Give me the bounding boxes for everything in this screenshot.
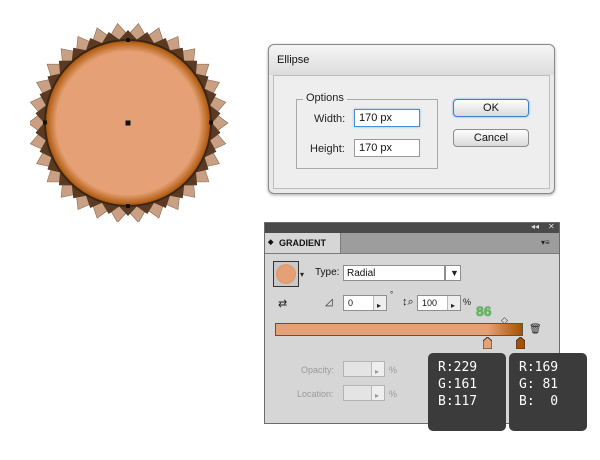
opacity-stepper[interactable]: ▸ [371,362,384,376]
stop-2-blue: B: 0 [519,394,559,409]
left-anchor-point [43,120,47,125]
gradient-swatch-preview [276,264,296,284]
chevron-down-icon: ▼ [450,268,459,278]
location-field[interactable]: ▸ [343,385,385,401]
tab-arrows-icon: ◆ [268,239,274,246]
aspect-ratio-icon: ↕⌕ [402,296,414,308]
panel-tab-row: ◆ GRADIENT ▾≡ [265,233,559,254]
bottom-anchor-point [126,204,130,208]
delete-stop-icon[interactable]: 🗑 [529,324,542,335]
type-label: Type: [315,267,340,278]
dialog-body: Options Width: 170 px Height: 170 px OK … [273,75,550,189]
ellipse-dialog: Ellipse Options Width: 170 px Height: 17… [268,44,555,194]
width-label: Width: [314,113,346,125]
aspect-ratio-value: 100 [422,298,438,308]
stop-2-color-tooltip: R:169 G: 81 B: 0 [509,353,587,431]
center-anchor-point [125,120,131,126]
collapse-icon[interactable]: ◂◂ [531,222,539,231]
location-unit: % [389,389,398,399]
angle-stepper[interactable]: ▸ [373,296,386,310]
aspect-percent: % [463,297,472,307]
location-stepper[interactable]: ▸ [371,386,384,400]
type-select[interactable]: Radial [343,265,445,281]
bottle-cap-artwork [27,22,230,224]
reverse-gradient-icon[interactable]: ⇄ [278,297,287,310]
gradient-swatch[interactable] [273,261,299,287]
gradient-slider[interactable] [275,323,523,336]
height-field[interactable]: 170 px [354,139,420,157]
color-stop-1[interactable] [483,337,492,349]
location-label: Location: [297,389,334,399]
stop-2-green: G: 81 [519,377,559,392]
close-panel-icon[interactable]: ✕ [548,222,555,231]
bottle-cap-svg [27,22,229,224]
angle-icon: ◿ [325,297,333,308]
stop-2-red: R:169 [519,360,559,375]
stop-1-red: R:229 [438,360,478,375]
dialog-title-bar[interactable]: Ellipse [269,45,554,75]
swatch-dropdown-icon[interactable]: ▾ [300,270,304,279]
opacity-field[interactable]: ▸ [343,361,385,377]
angle-field[interactable]: 0 ▸ [343,295,387,311]
options-label: Options [303,92,347,104]
aspect-ratio-field[interactable]: 100 ▸ [417,295,461,311]
aspect-ratio-stepper[interactable]: ▸ [447,296,460,310]
dialog-title: Ellipse [277,54,310,66]
opacity-unit: % [389,365,398,375]
opacity-label: Opacity: [301,365,335,375]
stop-1-color-tooltip: R:229 G:161 B:117 [428,353,506,431]
options-group: Options Width: 170 px Height: 170 px [296,92,438,169]
tab-gradient-label: GRADIENT [279,238,326,248]
right-anchor-point [209,120,213,125]
degree-symbol: ° [390,290,394,299]
midpoint-location-label: 86 [476,303,492,319]
color-stop-2[interactable] [516,337,525,349]
height-label: Height: [310,143,345,155]
top-anchor-point [126,38,130,42]
angle-value: 0 [348,298,354,308]
type-dropdown-button[interactable]: ▼ [445,265,461,281]
width-field[interactable]: 170 px [354,109,420,127]
ok-button[interactable]: OK [453,99,529,117]
type-value: Radial [347,268,376,279]
stop-1-green: G:161 [438,377,478,392]
stop-1-blue: B:117 [438,394,478,409]
tab-gradient[interactable]: ◆ GRADIENT [265,233,341,253]
panel-title-bar[interactable]: ◂◂ ✕ [265,222,559,233]
cancel-button[interactable]: Cancel [453,129,529,147]
panel-menu-icon[interactable]: ▾≡ [541,238,550,247]
